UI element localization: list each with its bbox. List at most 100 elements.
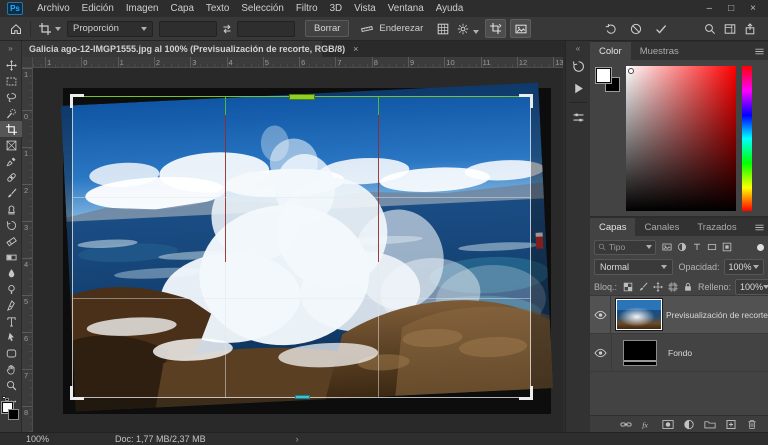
ruler-vertical[interactable]: 1012345678 [22,68,33,432]
move-tool[interactable] [0,57,22,73]
layer-filter-search[interactable]: Tipo [594,240,656,255]
color-picker-marker[interactable] [628,68,634,74]
tab-canales[interactable]: Canales [635,218,688,236]
search-icon[interactable] [700,20,720,38]
link-layers-icon[interactable] [619,418,633,431]
shape-tool[interactable] [0,345,22,361]
hand-tool[interactable] [0,361,22,377]
blur-tool[interactable] [0,265,22,281]
lock-move-icon[interactable] [651,280,664,293]
gear-caret-icon[interactable] [473,30,479,34]
crop-tool-icon[interactable] [35,20,55,38]
share-icon[interactable] [740,20,760,38]
delete-layer-icon[interactable] [745,418,759,431]
lock-paint-icon[interactable] [636,280,649,293]
layer-visibility-eye-icon[interactable] [590,334,612,372]
filter-toggle[interactable] [757,244,764,251]
layer-visibility-eye-icon[interactable] [590,296,611,334]
new-adjustment-icon[interactable] [682,418,696,431]
gradient-tool[interactable] [0,249,22,265]
ratio-width-input[interactable] [159,21,217,37]
layer-row[interactable]: Fondo [590,334,768,372]
healing-brush-tool[interactable] [0,169,22,185]
layer-thumbnail[interactable] [612,340,668,366]
eyedropper-tool[interactable] [0,153,22,169]
tab-muestras[interactable]: Muestras [631,42,688,60]
saturation-square[interactable] [626,66,736,211]
ratio-select[interactable]: Proporción [67,21,153,37]
menu-item-seleccin[interactable]: Selección [235,0,289,17]
fill-select[interactable]: 100% [735,279,768,295]
actions-icon[interactable] [566,77,591,99]
workspace-icon[interactable] [720,20,740,38]
ruler-corner[interactable] [22,57,33,68]
lock-all-icon[interactable] [681,280,694,293]
brush-tool[interactable] [0,185,22,201]
crop-handle-bottom-right[interactable] [519,386,533,400]
foreground-background-widget[interactable] [596,68,624,96]
quick-selection-tool[interactable] [0,105,22,121]
crop-handle-top-center[interactable] [289,94,315,100]
zoom-level-field[interactable]: 100% [26,434,49,444]
straighten-icon[interactable] [357,20,377,38]
layers-panel-menu-icon[interactable] [750,222,768,233]
crop-tool-caret-icon[interactable] [55,27,61,31]
swap-values-icon[interactable] [217,20,237,38]
menu-item-ventana[interactable]: Ventana [382,0,430,17]
adjustment-filter-icon[interactable] [674,240,689,255]
opacity-select[interactable]: 100% [724,259,764,275]
new-group-icon[interactable] [703,418,717,431]
layer-thumbnail[interactable] [611,299,666,330]
menu-item-edicin[interactable]: Edición [76,0,120,17]
type-tool[interactable] [0,313,22,329]
tab-trazados[interactable]: Trazados [688,218,745,236]
properties-icon[interactable] [566,106,591,128]
clear-button[interactable]: Borrar [305,20,349,37]
menu-item-3d[interactable]: 3D [324,0,349,17]
hue-slider[interactable] [742,66,752,211]
content-aware-toggle[interactable] [510,19,531,38]
history-brush-tool[interactable] [0,217,22,233]
ratio-height-input[interactable] [237,21,295,37]
new-layer-icon[interactable] [724,418,738,431]
tab-close-icon[interactable]: × [353,44,358,54]
lasso-tool[interactable] [0,89,22,105]
menu-item-capa[interactable]: Capa [165,0,200,17]
home-icon[interactable] [6,20,26,38]
menu-item-vista[interactable]: Vista [348,0,382,17]
layer-row[interactable]: Previsualización de recorte [590,296,768,334]
history-icon[interactable] [566,55,591,77]
menu-item-archivo[interactable]: Archivo [31,0,76,17]
straighten-label[interactable]: Enderezar [379,23,423,34]
status-menu-arrow-icon[interactable]: › [296,434,299,444]
overlay-grid-icon[interactable] [433,20,453,38]
crop-handle-bottom-center[interactable] [295,395,310,399]
layer-effects-icon[interactable]: fx [640,418,654,431]
layer-name[interactable]: Fondo [668,348,692,358]
layer-mask-icon[interactable] [661,418,675,431]
crop-handle-top-right[interactable] [519,94,533,108]
foreground-swatch[interactable] [596,68,611,83]
lock-transparent-icon[interactable] [621,280,634,293]
clone-stamp-tool[interactable] [0,201,22,217]
commit-crop-icon[interactable] [651,20,671,38]
maximize-button[interactable]: □ [728,3,734,14]
marquee-tool[interactable] [0,73,22,89]
crop-tool[interactable] [0,121,22,137]
cancel-crop-icon[interactable] [626,20,646,38]
dodge-tool[interactable] [0,281,22,297]
menu-item-imagen[interactable]: Imagen [120,0,165,17]
crop-settings-gear-icon[interactable] [453,20,473,38]
lock-artboard-icon[interactable] [666,280,679,293]
menu-item-filtro[interactable]: Filtro [290,0,324,17]
zoom-tool[interactable] [0,377,22,393]
crop-box[interactable] [72,96,531,398]
close-button[interactable]: × [750,3,756,14]
background-color-swatch[interactable] [8,409,19,420]
pen-tool[interactable] [0,297,22,313]
toolbar-collapse-icon[interactable]: » [0,41,21,56]
minimize-button[interactable]: – [707,3,713,14]
shape-filter-icon[interactable] [704,240,719,255]
path-selection-tool[interactable] [0,329,22,345]
eraser-tool[interactable] [0,233,22,249]
